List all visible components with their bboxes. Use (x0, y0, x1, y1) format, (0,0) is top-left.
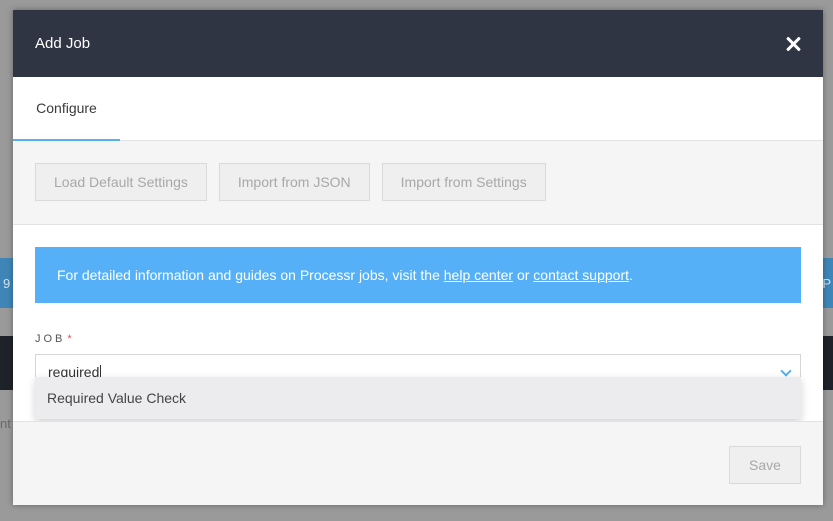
import-from-json-button[interactable]: Import from JSON (218, 163, 370, 201)
background-text-fragment: P (822, 276, 831, 291)
modal-header: Add Job (13, 10, 823, 77)
tab-bar: Configure (13, 77, 823, 141)
dropdown-option[interactable]: Required Value Check (35, 377, 801, 419)
save-button[interactable]: Save (729, 446, 801, 484)
tab-configure[interactable]: Configure (13, 77, 120, 141)
modal-footer: Save (13, 421, 823, 505)
background-text-fragment: 9 (3, 276, 11, 291)
chevron-down-icon[interactable] (780, 365, 792, 377)
info-banner: For detailed information and guides on P… (35, 247, 801, 303)
background-text-fragment: nt (0, 416, 11, 431)
background-bar-left (0, 336, 13, 390)
import-from-settings-button[interactable]: Import from Settings (381, 163, 546, 201)
job-label-text: JOB (35, 333, 66, 345)
background-bar-right (823, 336, 833, 390)
settings-toolbar: Load Default Settings Import from JSON I… (13, 141, 823, 225)
contact-support-link[interactable]: contact support (533, 267, 629, 283)
help-center-link[interactable]: help center (444, 267, 513, 283)
add-job-modal: Add Job Configure Load Default Settings … (13, 10, 823, 505)
required-marker: * (67, 333, 75, 345)
job-field-label: JOB * (35, 333, 801, 345)
close-icon[interactable] (785, 36, 801, 52)
info-text-middle: or (516, 267, 530, 283)
modal-title: Add Job (35, 35, 91, 52)
load-default-settings-button[interactable]: Load Default Settings (35, 163, 207, 201)
info-text-prefix: For detailed information and guides on P… (57, 267, 440, 283)
info-text-suffix: . (629, 267, 633, 283)
